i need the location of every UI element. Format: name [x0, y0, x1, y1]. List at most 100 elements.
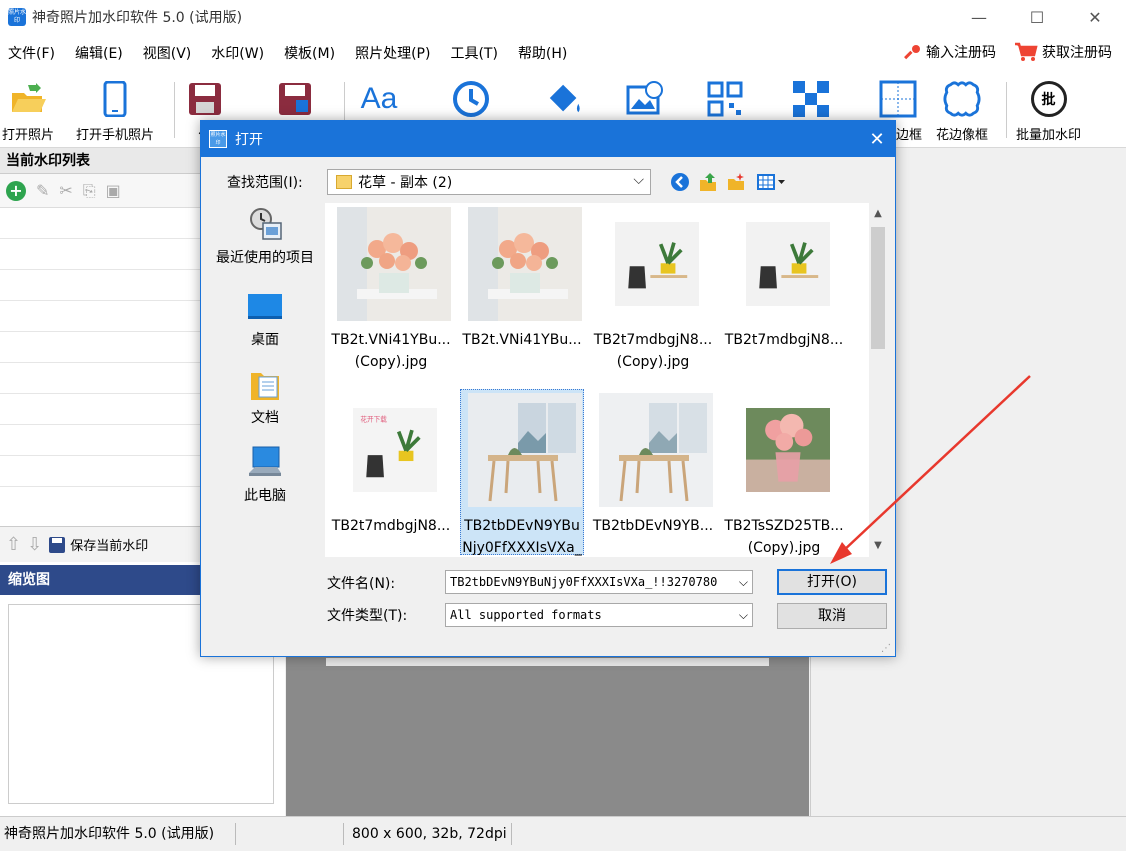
paint-bucket-icon	[549, 84, 580, 113]
place-desktop[interactable]: 桌面	[209, 289, 321, 349]
documents-icon	[251, 373, 279, 400]
image-thumbnail	[468, 393, 582, 507]
file-name: TB2t.VNi41YBu...	[462, 332, 582, 348]
file-item[interactable]: TB2t.VNi41YBu...	[456, 203, 582, 373]
minimize-button[interactable]: —	[956, 0, 1002, 34]
view-grid-icon	[757, 174, 785, 190]
save-current-watermark-button[interactable]: 保存当前水印	[48, 535, 148, 554]
back-arrow-icon	[671, 173, 689, 191]
maximize-button[interactable]: ☐	[1014, 0, 1060, 34]
recent-items-icon	[250, 208, 282, 240]
file-name: TB2tbDEvN9YB...	[592, 518, 714, 534]
place-this-pc[interactable]: 此电脑	[209, 445, 321, 505]
enter-register-code-link[interactable]: 输入注册码	[904, 42, 996, 62]
file-grid: TB2t.VNi41YBu... (Copy).jpg TB2t.VNi41YBu…	[325, 203, 887, 557]
chevron-down-icon[interactable]: ⌵	[736, 604, 748, 626]
menu-photo-process[interactable]: 照片处理(P)	[345, 43, 440, 63]
close-button[interactable]: ✕	[1072, 0, 1118, 34]
menu-template[interactable]: 模板(M)	[274, 43, 345, 63]
place-documents[interactable]: 文档	[209, 367, 321, 427]
enter-register-code-label: 输入注册码	[926, 45, 996, 61]
image-thumbnail: 花开下载	[353, 408, 437, 492]
image-thumbnail	[615, 222, 699, 306]
flower-frame-icon	[943, 81, 981, 117]
look-in-label: 查找范围(I):	[227, 175, 303, 191]
up-folder-button[interactable]	[697, 171, 719, 193]
desktop-icon	[248, 294, 282, 319]
chevron-down-icon[interactable]: ⌵	[736, 571, 748, 593]
menu-tools[interactable]: 工具(T)	[440, 43, 507, 63]
menu-view[interactable]: 视图(V)	[133, 43, 202, 63]
chevron-down-icon: ⌵	[633, 172, 644, 188]
image-thumbnail	[746, 222, 830, 306]
border-icon	[879, 80, 917, 118]
place-recent[interactable]: 最近使用的项目	[209, 207, 321, 267]
window-title: 神奇照片加水印软件 5.0 (试用版)	[32, 10, 243, 26]
title-bar: 照片水印 神奇照片加水印软件 5.0 (试用版) — ☐ ✕	[0, 0, 1126, 34]
file-type-label: 文件类型(T):	[327, 608, 408, 624]
menu-file[interactable]: 文件(F)	[0, 43, 65, 63]
menu-edit[interactable]: 编辑(E)	[65, 43, 133, 63]
image-stamp-icon	[626, 81, 663, 115]
dialog-app-icon: 照片水印	[209, 130, 227, 148]
scroll-up-icon[interactable]: ▲	[869, 205, 887, 223]
file-name: TB2TsSZD25TB... (Copy).jpg	[724, 518, 844, 556]
cancel-button[interactable]: 取消	[777, 603, 887, 629]
file-item[interactable]: TB2t7mdbgjN8...	[718, 203, 844, 373]
menu-bar: 文件(F) 编辑(E) 视图(V) 水印(W) 模板(M) 照片处理(P) 工具…	[0, 34, 1126, 72]
status-bar: 神奇照片加水印软件 5.0 (试用版) 800 x 600, 32b, 72dp…	[0, 816, 1126, 851]
status-image-info: 800 x 600, 32b, 72dpi	[344, 823, 512, 845]
file-grid-scrollbar[interactable]: ▲ ▼	[869, 203, 887, 557]
file-item-selected[interactable]: TB2tbDEvN9YBu Njy0FfXXXIsVXa_	[456, 389, 584, 557]
back-button[interactable]	[669, 171, 691, 193]
open-button[interactable]: 打开(O)	[777, 569, 887, 595]
paste-icon[interactable]: ▣	[106, 181, 121, 200]
new-folder-button[interactable]	[725, 171, 747, 193]
look-in-dropdown[interactable]: 花草 - 副本 (2) ⌵	[327, 169, 651, 195]
open-file-dialog: 照片水印 打开 ✕ 查找范围(I): 花草 - 副本 (2) ⌵ 最近使用的项目…	[200, 120, 896, 657]
resize-grip[interactable]: ⋰	[881, 643, 891, 654]
menu-watermark[interactable]: 水印(W)	[201, 43, 274, 63]
get-register-code-label: 获取注册码	[1042, 45, 1112, 61]
file-type-select[interactable]: All supported formats ⌵	[445, 603, 753, 627]
get-register-code-link[interactable]: 获取注册码	[1014, 42, 1112, 62]
image-thumbnail	[599, 393, 713, 507]
cut-icon[interactable]: ✂	[59, 181, 72, 200]
qrcode-icon	[707, 81, 743, 117]
move-up-icon[interactable]: ⇧	[6, 534, 21, 555]
flower-frame-button[interactable]: 花边像框	[936, 76, 988, 144]
scroll-down-icon[interactable]: ▼	[869, 537, 887, 555]
file-name: TB2t7mdbgjN8... (Copy).jpg	[593, 332, 713, 370]
scrollbar-thumb[interactable]	[871, 227, 885, 349]
image-thumbnail	[746, 408, 830, 492]
file-item[interactable]: TB2tbDEvN9YB...	[587, 389, 713, 557]
view-menu-button[interactable]	[755, 171, 789, 193]
save-as-icon	[279, 83, 311, 115]
open-phone-photo-button[interactable]: 打开手机照片	[76, 76, 154, 144]
menu-help[interactable]: 帮助(H)	[508, 43, 577, 63]
app-logo-icon: 照片水印	[8, 8, 27, 26]
computer-icon	[249, 446, 281, 476]
file-name: TB2t7mdbgjN8...	[331, 518, 451, 534]
dialog-close-button[interactable]: ✕	[859, 121, 895, 157]
file-name-input[interactable]: TB2tbDEvN9YBuNjy0FfXXXIsVXa_!!3270780 ⌵	[445, 570, 753, 594]
cart-icon	[1015, 42, 1038, 61]
batch-watermark-button[interactable]: 批 批量加水印	[1016, 76, 1081, 144]
file-item[interactable]: TB2t.VNi41YBu... (Copy).jpg	[325, 203, 451, 373]
text-icon: Aa	[360, 82, 398, 115]
svg-text:花开下载: 花开下载	[360, 414, 387, 423]
move-down-icon[interactable]: ⇩	[27, 534, 42, 555]
copy-icon[interactable]: ⎘	[83, 181, 96, 201]
file-item[interactable]: TB2t7mdbgjN8... (Copy).jpg	[587, 203, 713, 373]
edit-icon[interactable]: ✎	[36, 181, 49, 200]
places-sidebar: 最近使用的项目 桌面 文档 此电脑	[209, 205, 321, 555]
dialog-title-bar: 照片水印 打开 ✕	[201, 121, 895, 157]
file-name: TB2tbDEvN9YBu Njy0FfXXXIsVXa_	[462, 518, 582, 556]
file-item[interactable]: TB2TsSZD25TB... (Copy).jpg	[718, 389, 844, 557]
mosaic-icon	[793, 81, 829, 117]
add-watermark-icon[interactable]: +	[6, 180, 26, 201]
open-photo-button[interactable]: 打开照片	[2, 76, 54, 144]
status-app-name: 神奇照片加水印软件 5.0 (试用版)	[0, 823, 236, 845]
canvas-paper	[326, 658, 769, 666]
file-item[interactable]: 花开下载 TB2t7mdbgjN8...	[325, 389, 451, 557]
